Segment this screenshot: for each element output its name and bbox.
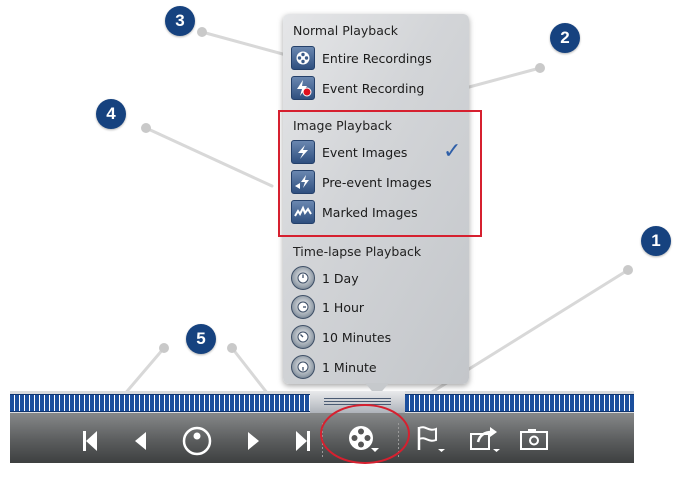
skip-to-end-button[interactable] [293,423,313,459]
snapshot-button[interactable] [516,421,552,457]
callout-badge-1: 1 [641,226,671,256]
callout-badge-4: 4 [96,99,126,129]
image-playback-highlight [278,110,482,237]
share-export-button[interactable] [466,421,504,457]
step-back-button[interactable] [130,423,150,459]
flag-button[interactable] [412,421,448,457]
menu-item-label: 10 Minutes [322,329,392,345]
menu-item-label: 1 Day [322,270,359,286]
timer-icon [291,325,315,349]
menu-item-label: 1 Minute [322,359,377,375]
step-forward-icon [247,432,259,450]
record-dial-icon [182,426,212,456]
menu-item-10-minutes[interactable]: 10 Minutes [291,325,391,349]
step-forward-button[interactable] [243,423,263,459]
section-title-timelapse: Time-lapse Playback [293,244,422,259]
share-export-icon [470,427,500,452]
menu-item-1-minute[interactable]: 1 Minute [291,355,377,379]
timer-icon [291,295,315,319]
section-title-normal: Normal Playback [293,23,398,38]
step-back-icon [134,432,146,450]
menu-item-label: Entire Recordings [322,50,432,66]
menu-item-event-recording[interactable]: Event Recording [291,76,424,100]
event-recording-icon [291,76,315,100]
menu-item-1-day[interactable]: 1 Day [291,266,359,290]
callout-badge-2: 2 [550,23,580,53]
film-reel-icon [291,46,315,70]
timer-icon [291,266,315,290]
skip-to-end-icon [296,431,310,451]
snapshot-icon [520,429,548,450]
playback-mode-highlight-ring [320,404,410,464]
flag-icon [417,426,445,452]
menu-item-entire-recordings[interactable]: Entire Recordings [291,46,432,70]
timeline-bar[interactable] [10,391,634,413]
menu-item-label: 1 Hour [322,299,365,315]
timer-icon [291,355,315,379]
callout-badge-5: 5 [186,324,216,354]
menu-item-1-hour[interactable]: 1 Hour [291,295,364,319]
skip-to-start-icon [83,431,97,451]
callout-badge-3: 3 [165,6,195,36]
skip-to-start-button[interactable] [80,423,100,459]
menu-item-label: Event Recording [322,80,425,96]
record-dial-button[interactable] [180,423,214,459]
